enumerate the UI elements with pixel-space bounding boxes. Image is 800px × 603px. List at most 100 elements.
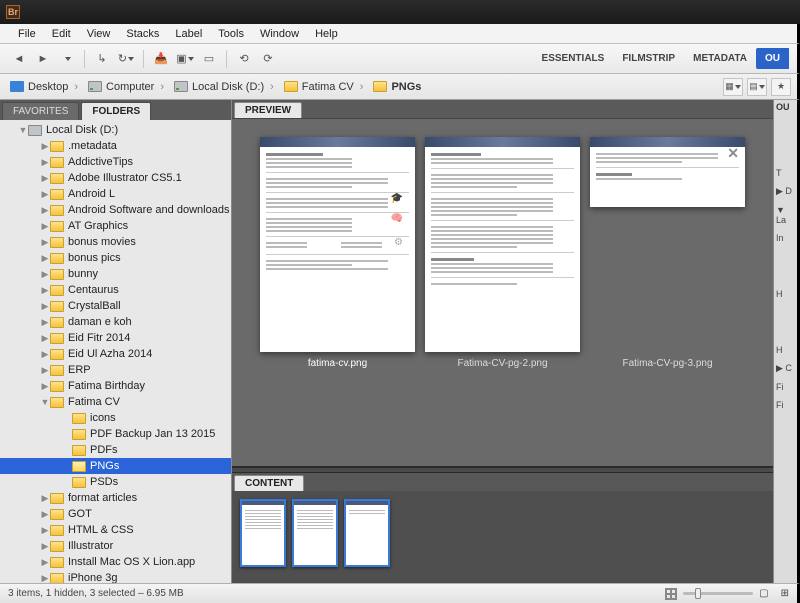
right-row[interactable]: Fi	[776, 382, 784, 392]
tree-row[interactable]: ▶daman e koh	[0, 314, 231, 330]
tree-row[interactable]: ▼Local Disk (D:)	[0, 122, 231, 138]
crumb-drive[interactable]: Local Disk (D:) ›	[170, 79, 280, 95]
refine-button[interactable]: ▭	[198, 48, 220, 70]
tree-row[interactable]: PDF Backup Jan 13 2015	[0, 426, 231, 442]
tree-row[interactable]: ▶Illustrator	[0, 538, 231, 554]
preview-item[interactable]: 🎓 🧠 ⚙	[260, 137, 415, 352]
right-row[interactable]: T	[776, 168, 782, 178]
recent-dropdown[interactable]: ↻	[115, 48, 137, 70]
tree-row[interactable]: ▶.metadata	[0, 138, 231, 154]
rotate-cw-button[interactable]: ⟳	[257, 48, 279, 70]
tree-row[interactable]: ▶Android L	[0, 186, 231, 202]
tree-row[interactable]: icons	[0, 410, 231, 426]
thumbnail-item[interactable]	[292, 499, 338, 567]
reveal-button[interactable]: ↳	[91, 48, 113, 70]
disclosure-triangle-icon[interactable]: ▶	[40, 173, 50, 184]
disclosure-triangle-icon[interactable]: ▼	[18, 125, 28, 135]
tree-row[interactable]: ▶GOT	[0, 506, 231, 522]
thumbnail-size-slider[interactable]: ▢ ⊞	[665, 588, 789, 600]
right-row[interactable]: ▶ C	[776, 363, 792, 374]
disclosure-triangle-icon[interactable]: ▶	[40, 205, 50, 216]
tree-row[interactable]: PNGs	[0, 458, 231, 474]
filter-star-button[interactable]: ★	[771, 78, 791, 96]
disclosure-triangle-icon[interactable]: ▶	[40, 333, 50, 344]
disclosure-triangle-icon[interactable]: ▶	[40, 189, 50, 200]
disclosure-triangle-icon[interactable]: ▶	[40, 237, 50, 248]
tree-row[interactable]: ▶ERP	[0, 362, 231, 378]
tree-row[interactable]: ▶Fatima Birthday	[0, 378, 231, 394]
tree-row[interactable]: ▶iPhone 3g	[0, 570, 231, 583]
tree-row[interactable]: ▶format articles	[0, 490, 231, 506]
view-thumbnails-button[interactable]: ▦	[723, 78, 743, 96]
crumb-desktop[interactable]: Desktop ›	[6, 79, 84, 95]
rotate-ccw-button[interactable]: ⟲	[233, 48, 255, 70]
tree-row[interactable]: ▶Adobe Illustrator CS5.1	[0, 170, 231, 186]
disclosure-triangle-icon[interactable]: ▶	[40, 317, 50, 328]
slider-thumb[interactable]	[695, 588, 701, 599]
right-row[interactable]: In	[776, 233, 784, 243]
disclosure-triangle-icon[interactable]: ▶	[40, 381, 50, 392]
disclosure-triangle-icon[interactable]: ▶	[40, 525, 50, 536]
crumb-computer[interactable]: Computer ›	[84, 79, 170, 95]
disclosure-triangle-icon[interactable]: ▶	[40, 269, 50, 280]
tree-row[interactable]: ▶bunny	[0, 266, 231, 282]
disclosure-triangle-icon[interactable]: ▶	[40, 349, 50, 360]
crumb-current[interactable]: PNGs	[369, 79, 425, 95]
menu-tools[interactable]: Tools	[210, 26, 252, 42]
nav-forward-button[interactable]: ►	[32, 48, 54, 70]
right-row[interactable]: ▶ D	[776, 186, 792, 197]
crumb-folder[interactable]: Fatima CV ›	[280, 79, 370, 95]
disclosure-triangle-icon[interactable]: ▶	[40, 285, 50, 296]
tab-favorites[interactable]: FAVORITES	[2, 102, 79, 120]
workspace-filmstrip[interactable]: FILMSTRIP	[613, 48, 684, 69]
nav-history-dropdown[interactable]	[56, 48, 78, 70]
preview-item[interactable]: ✕	[590, 137, 745, 207]
tab-content[interactable]: CONTENT	[234, 475, 304, 491]
tree-row[interactable]: ▶AddictiveTips	[0, 154, 231, 170]
right-row[interactable]: Fi	[776, 400, 784, 410]
tab-folders[interactable]: FOLDERS	[81, 102, 151, 120]
tree-row[interactable]: ▶Eid Ul Azha 2014	[0, 346, 231, 362]
menu-view[interactable]: View	[79, 26, 119, 42]
disclosure-triangle-icon[interactable]: ▼	[40, 397, 50, 407]
disclosure-triangle-icon[interactable]: ▶	[40, 493, 50, 504]
sort-button[interactable]: ▤	[747, 78, 767, 96]
tree-row[interactable]: ▶bonus movies	[0, 234, 231, 250]
tree-row[interactable]: PDFs	[0, 442, 231, 458]
right-row[interactable]: ▼ La	[776, 205, 795, 225]
tree-row[interactable]: ▶Install Mac OS X Lion.app	[0, 554, 231, 570]
tree-row[interactable]: ▶bonus pics	[0, 250, 231, 266]
disclosure-triangle-icon[interactable]: ▶	[40, 157, 50, 168]
tree-row[interactable]: ▶CrystalBall	[0, 298, 231, 314]
workspace-metadata[interactable]: METADATA	[684, 48, 756, 69]
disclosure-triangle-icon[interactable]: ▶	[40, 573, 50, 584]
lock-icon[interactable]: ⊞	[781, 588, 789, 599]
thumbnail-item[interactable]	[344, 499, 390, 567]
folder-tree[interactable]: ▼Local Disk (D:)▶.metadata▶AddictiveTips…	[0, 120, 231, 583]
disclosure-triangle-icon[interactable]: ▶	[40, 141, 50, 152]
tree-row[interactable]: ▶HTML & CSS	[0, 522, 231, 538]
workspace-essentials[interactable]: ESSENTIALS	[533, 48, 614, 69]
thumbnail-item[interactable]	[240, 499, 286, 567]
disclosure-triangle-icon[interactable]: ▶	[40, 541, 50, 552]
tree-row[interactable]: ▶Centaurus	[0, 282, 231, 298]
disclosure-triangle-icon[interactable]: ▶	[40, 365, 50, 376]
disclosure-triangle-icon[interactable]: ▶	[40, 509, 50, 520]
tree-row[interactable]: ▶AT Graphics	[0, 218, 231, 234]
tree-row[interactable]: ▶Eid Fitr 2014	[0, 330, 231, 346]
menu-edit[interactable]: Edit	[44, 26, 79, 42]
right-row[interactable]: H	[776, 289, 783, 299]
menu-help[interactable]: Help	[307, 26, 346, 42]
disclosure-triangle-icon[interactable]: ▶	[40, 221, 50, 232]
preview-item[interactable]	[425, 137, 580, 352]
tree-row[interactable]: ▶Android Software and downloads	[0, 202, 231, 218]
menu-file[interactable]: File	[10, 26, 44, 42]
slider-track[interactable]	[683, 592, 753, 595]
right-row[interactable]: H	[776, 345, 783, 355]
open-in-dropdown[interactable]: ▣	[174, 48, 196, 70]
menu-stacks[interactable]: Stacks	[118, 26, 167, 42]
menu-window[interactable]: Window	[252, 26, 307, 42]
disclosure-triangle-icon[interactable]: ▶	[40, 557, 50, 568]
disclosure-triangle-icon[interactable]: ▶	[40, 253, 50, 264]
tree-row[interactable]: ▼Fatima CV	[0, 394, 231, 410]
